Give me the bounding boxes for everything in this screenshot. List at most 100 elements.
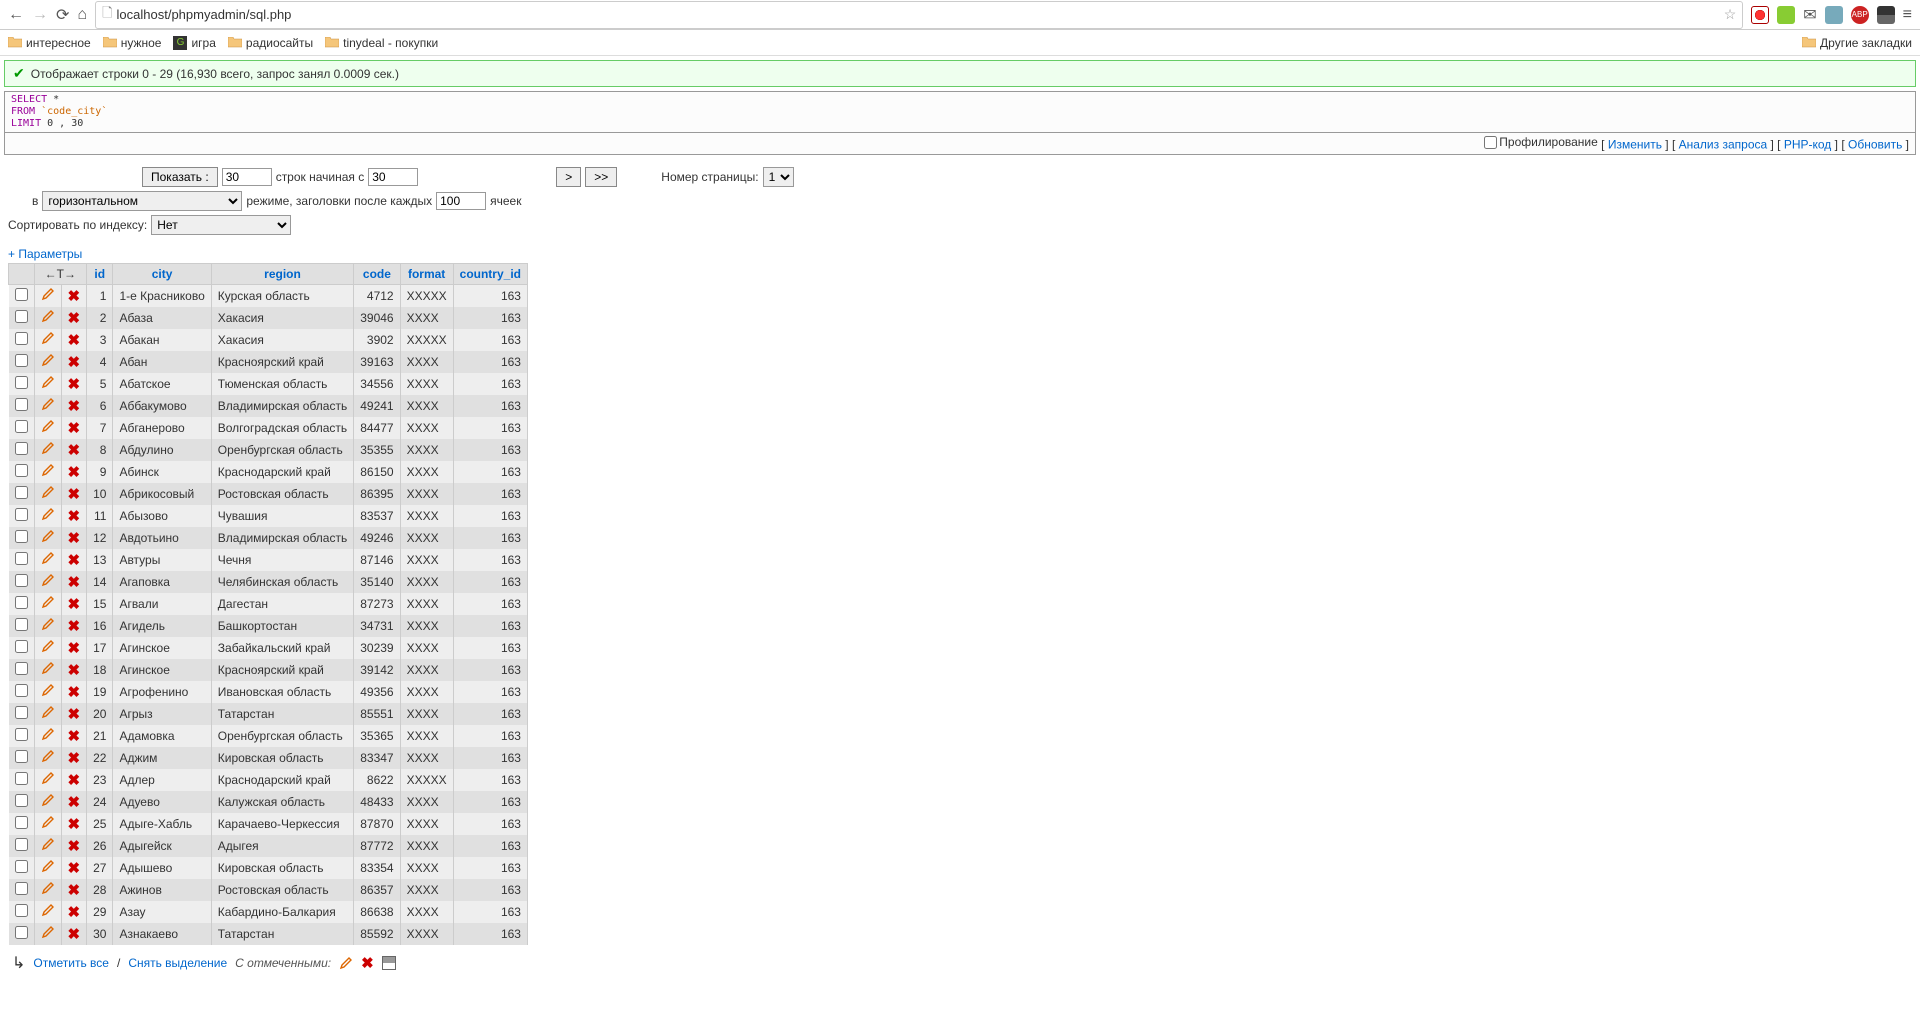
abp-icon[interactable]: ABP bbox=[1851, 6, 1869, 24]
row-edit-icon[interactable] bbox=[34, 417, 61, 439]
row-edit-icon[interactable] bbox=[34, 835, 61, 857]
row-delete-icon[interactable]: ✖ bbox=[68, 662, 81, 679]
row-delete-icon[interactable]: ✖ bbox=[68, 310, 81, 327]
row-checkbox[interactable] bbox=[15, 772, 28, 785]
row-edit-icon[interactable] bbox=[34, 637, 61, 659]
row-edit-icon[interactable] bbox=[34, 857, 61, 879]
android-icon[interactable] bbox=[1777, 6, 1795, 24]
row-checkbox[interactable] bbox=[15, 750, 28, 763]
row-edit-icon[interactable] bbox=[34, 284, 61, 307]
row-delete-icon[interactable]: ✖ bbox=[68, 904, 81, 921]
row-checkbox[interactable] bbox=[15, 706, 28, 719]
show-button[interactable]: Показать : bbox=[142, 167, 218, 187]
row-delete-icon[interactable]: ✖ bbox=[68, 574, 81, 591]
home-button[interactable]: ⌂ bbox=[77, 6, 87, 24]
col-country-id[interactable]: country_id bbox=[460, 267, 521, 281]
sort-index-select[interactable]: Нет bbox=[151, 215, 291, 235]
row-checkbox[interactable] bbox=[15, 860, 28, 873]
row-checkbox[interactable] bbox=[15, 420, 28, 433]
bookmark-folder-4[interactable]: tinydeal - покупки bbox=[325, 36, 438, 50]
row-edit-icon[interactable] bbox=[34, 571, 61, 593]
nav-last-button[interactable]: >> bbox=[585, 167, 617, 187]
page-select[interactable]: 1 bbox=[763, 167, 794, 187]
row-delete-icon[interactable]: ✖ bbox=[68, 508, 81, 525]
check-all-link[interactable]: Отметить все bbox=[33, 956, 109, 970]
reload-button[interactable]: ⟳ bbox=[56, 5, 69, 25]
row-checkbox[interactable] bbox=[15, 508, 28, 521]
display-mode-select[interactable]: горизонтальном bbox=[42, 191, 242, 211]
row-edit-icon[interactable] bbox=[34, 439, 61, 461]
row-delete-icon[interactable]: ✖ bbox=[68, 728, 81, 745]
row-edit-icon[interactable] bbox=[34, 373, 61, 395]
row-delete-icon[interactable]: ✖ bbox=[68, 288, 81, 305]
row-edit-icon[interactable] bbox=[34, 549, 61, 571]
row-checkbox[interactable] bbox=[15, 640, 28, 653]
row-delete-icon[interactable]: ✖ bbox=[68, 816, 81, 833]
bookmark-folder-0[interactable]: интересное bbox=[8, 36, 91, 50]
row-edit-icon[interactable] bbox=[34, 527, 61, 549]
row-edit-icon[interactable] bbox=[34, 879, 61, 901]
bookmark-star-icon[interactable]: ☆ bbox=[1724, 6, 1737, 23]
row-edit-icon[interactable] bbox=[34, 351, 61, 373]
row-edit-icon[interactable] bbox=[34, 681, 61, 703]
rows-starting-input[interactable] bbox=[368, 168, 418, 186]
col-city[interactable]: city bbox=[152, 267, 173, 281]
row-delete-icon[interactable]: ✖ bbox=[68, 332, 81, 349]
row-edit-icon[interactable] bbox=[34, 791, 61, 813]
qr-icon[interactable] bbox=[1877, 6, 1895, 24]
col-id[interactable]: id bbox=[94, 267, 105, 281]
bulk-delete-icon[interactable]: ✖ bbox=[361, 954, 374, 972]
php-code-link[interactable]: PHP-код bbox=[1784, 138, 1831, 152]
row-checkbox[interactable] bbox=[15, 662, 28, 675]
row-delete-icon[interactable]: ✖ bbox=[68, 926, 81, 943]
row-checkbox[interactable] bbox=[15, 376, 28, 389]
row-delete-icon[interactable]: ✖ bbox=[68, 838, 81, 855]
row-delete-icon[interactable]: ✖ bbox=[68, 552, 81, 569]
bookmark-item-2[interactable]: Gигра bbox=[173, 36, 215, 50]
params-toggle[interactable]: + Параметры bbox=[8, 247, 1912, 261]
row-edit-icon[interactable] bbox=[34, 901, 61, 923]
refresh-link[interactable]: Обновить bbox=[1848, 138, 1902, 152]
bookmark-folder-3[interactable]: радиосайты bbox=[228, 36, 313, 50]
profiling-checkbox[interactable] bbox=[1484, 136, 1497, 149]
row-edit-icon[interactable] bbox=[34, 307, 61, 329]
row-checkbox[interactable] bbox=[15, 310, 28, 323]
row-delete-icon[interactable]: ✖ bbox=[68, 860, 81, 877]
menu-button[interactable]: ≡ bbox=[1903, 6, 1912, 24]
col-code[interactable]: code bbox=[363, 267, 391, 281]
row-delete-icon[interactable]: ✖ bbox=[68, 486, 81, 503]
row-checkbox[interactable] bbox=[15, 288, 28, 301]
row-checkbox[interactable] bbox=[15, 442, 28, 455]
row-checkbox[interactable] bbox=[15, 530, 28, 543]
other-bookmarks[interactable]: Другие закладки bbox=[1802, 36, 1912, 50]
row-edit-icon[interactable] bbox=[34, 593, 61, 615]
row-delete-icon[interactable]: ✖ bbox=[68, 618, 81, 635]
row-delete-icon[interactable]: ✖ bbox=[68, 640, 81, 657]
row-edit-icon[interactable] bbox=[34, 461, 61, 483]
row-checkbox[interactable] bbox=[15, 904, 28, 917]
bookmark-folder-1[interactable]: нужное bbox=[103, 36, 162, 50]
row-checkbox[interactable] bbox=[15, 464, 28, 477]
row-edit-icon[interactable] bbox=[34, 725, 61, 747]
row-edit-icon[interactable] bbox=[34, 703, 61, 725]
row-checkbox[interactable] bbox=[15, 618, 28, 631]
analyze-query-link[interactable]: Анализ запроса bbox=[1679, 138, 1768, 152]
edit-query-link[interactable]: Изменить bbox=[1608, 138, 1662, 152]
row-delete-icon[interactable]: ✖ bbox=[68, 750, 81, 767]
row-checkbox[interactable] bbox=[15, 882, 28, 895]
row-checkbox[interactable] bbox=[15, 486, 28, 499]
address-bar[interactable]: 🗋 localhost/phpmyadmin/sql.php ☆ bbox=[95, 1, 1743, 29]
mail-icon[interactable]: ✉ bbox=[1803, 5, 1816, 25]
row-delete-icon[interactable]: ✖ bbox=[68, 772, 81, 789]
row-delete-icon[interactable]: ✖ bbox=[68, 398, 81, 415]
row-edit-icon[interactable] bbox=[34, 923, 61, 945]
row-delete-icon[interactable]: ✖ bbox=[68, 684, 81, 701]
back-button[interactable]: ← bbox=[8, 6, 24, 24]
umatrix-icon[interactable] bbox=[1751, 6, 1769, 24]
row-edit-icon[interactable] bbox=[34, 395, 61, 417]
row-edit-icon[interactable] bbox=[34, 813, 61, 835]
row-delete-icon[interactable]: ✖ bbox=[68, 354, 81, 371]
row-checkbox[interactable] bbox=[15, 816, 28, 829]
row-checkbox[interactable] bbox=[15, 596, 28, 609]
feed-icon[interactable] bbox=[1825, 6, 1843, 24]
